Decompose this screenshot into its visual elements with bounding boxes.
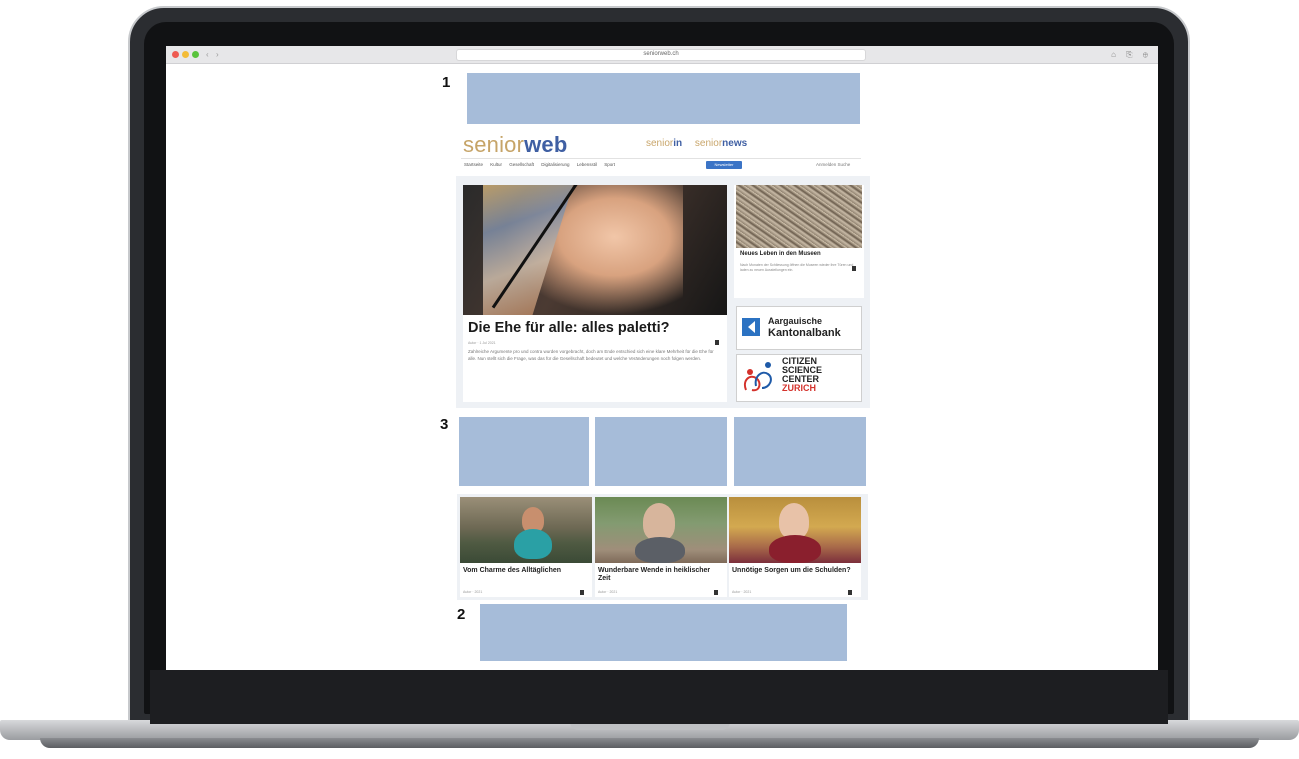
hero-meta: Autor · 1 Jul 2021 <box>468 341 496 345</box>
bookmark-icon[interactable] <box>580 590 584 595</box>
article-card-image[interactable] <box>460 497 592 563</box>
hero-title[interactable]: Die Ehe für alle: alles paletti? <box>468 320 669 336</box>
site-logo[interactable]: seniorweb <box>463 132 568 158</box>
bookmark-icon[interactable] <box>714 590 718 595</box>
address-bar[interactable]: seniorweb.ch <box>456 49 866 61</box>
side-article-image[interactable] <box>736 185 862 248</box>
bank-name-line2: Kantonalbank <box>768 327 841 339</box>
url-text: seniorweb.ch <box>643 51 679 57</box>
close-window-button[interactable] <box>172 51 179 58</box>
nav-right-links[interactable]: Anmelden Suche <box>816 162 850 167</box>
stage: ‹ › seniorweb.ch ⌂ ⎘ ⊕ 1 seniorweb senio… <box>0 0 1299 759</box>
ad-slot-middle-2[interactable] <box>595 417 727 486</box>
bank-name-line1: Aargauische <box>768 316 823 326</box>
back-icon[interactable]: ‹ <box>206 50 209 59</box>
article-card-title[interactable]: Vom Charme des Alltäglichen <box>463 567 589 575</box>
screen: ‹ › seniorweb.ch ⌂ ⎘ ⊕ 1 seniorweb senio… <box>166 46 1158 670</box>
ad-slot-top[interactable] <box>467 73 860 124</box>
article-card-meta: Autor · 2021 <box>598 590 618 594</box>
side-article-teaser: Nach Monaten der Schliessung öffnen die … <box>740 263 854 272</box>
article-card-title[interactable]: Unnötige Sorgen um die Schulden? <box>732 567 858 575</box>
partner-seniornews: seniornews <box>694 138 748 149</box>
ad-slot-middle-1[interactable] <box>459 417 589 486</box>
hero-teaser: Zahlreiche Argumente pro und contra wurd… <box>468 349 714 361</box>
forward-icon[interactable]: › <box>216 50 219 59</box>
ad-label-top: 1 <box>442 74 451 91</box>
csc-line4: ZURICH <box>782 383 816 393</box>
article-card-meta: Autor · 2021 <box>732 590 752 594</box>
minimize-window-button[interactable] <box>182 51 189 58</box>
ad-label-bottom: 2 <box>457 606 466 623</box>
partner-links[interactable]: seniorin seniornews <box>646 138 747 149</box>
newsletter-button[interactable]: Newsletter <box>706 161 742 169</box>
maximize-window-button[interactable] <box>192 51 199 58</box>
partner-seniorin: seniorin <box>646 138 683 149</box>
citizen-science-logo-icon <box>744 362 772 392</box>
ad-label-middle: 3 <box>440 416 449 433</box>
hero-image[interactable] <box>463 185 727 315</box>
bookmark-icon[interactable] <box>848 590 852 595</box>
bank-logo-icon <box>742 318 760 336</box>
bookmark-icon[interactable] <box>715 340 719 345</box>
ad-slot-bottom[interactable] <box>480 604 847 661</box>
ad-slot-middle-3[interactable] <box>734 417 866 486</box>
bookmark-icon[interactable] <box>852 266 856 271</box>
toolbar-icons[interactable]: ⌂ ⎘ ⊕ <box>1111 50 1152 60</box>
article-card-image[interactable] <box>595 497 727 563</box>
side-article-title[interactable]: Neues Leben in den Museen <box>740 251 821 257</box>
laptop-bezel-bottom <box>150 670 1168 724</box>
browser-toolbar: ‹ › seniorweb.ch ⌂ ⎘ ⊕ <box>166 46 1158 64</box>
article-card-meta: Autor · 2021 <box>463 590 483 594</box>
article-card-image[interactable] <box>729 497 861 563</box>
main-nav[interactable]: Startseite Kultur Gesellschaft Digitalis… <box>464 162 615 167</box>
article-card-title[interactable]: Wunderbare Wende in heiklischer Zeit <box>598 567 724 583</box>
